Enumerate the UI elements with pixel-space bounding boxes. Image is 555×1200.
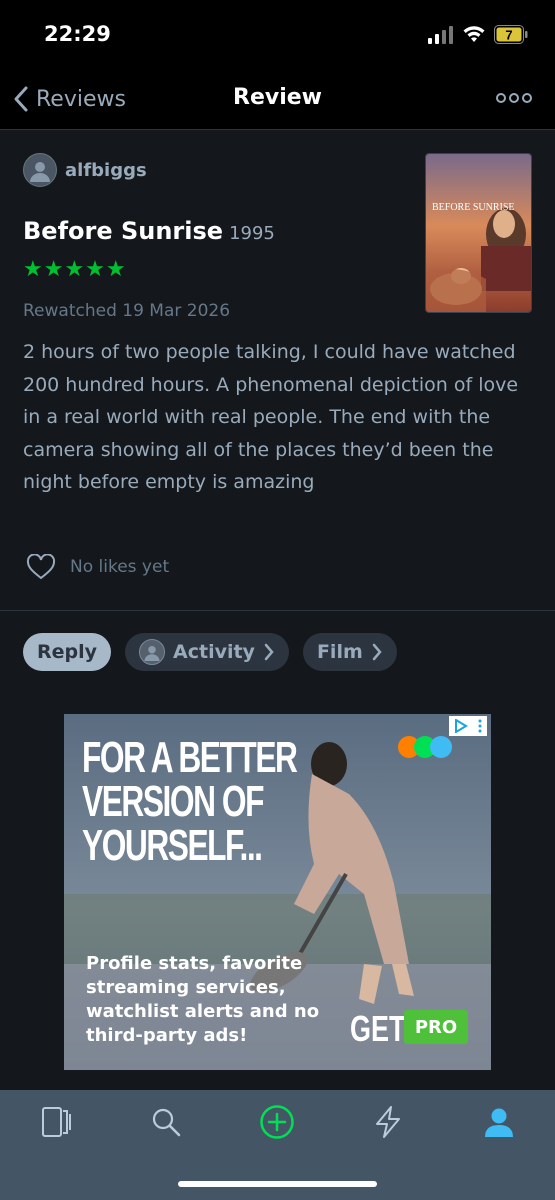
play-icon: [455, 719, 468, 733]
ad-headline: FOR A BETTER VERSION OF YOURSELF...: [82, 733, 298, 870]
tab-films[interactable]: [36, 1104, 76, 1140]
avatar[interactable]: [23, 153, 57, 187]
user-icon: [30, 162, 50, 182]
battery-level: 7: [505, 28, 512, 43]
poster-title: BEFORE SUNRISE: [432, 202, 515, 213]
film-poster[interactable]: BEFORE SUNRISE: [425, 153, 532, 313]
activity-button[interactable]: Activity: [125, 633, 289, 671]
review-text: 2 hours of two people talking, I could h…: [23, 341, 519, 493]
profile-icon: [485, 1108, 513, 1137]
poster-image: BEFORE SUNRISE: [426, 154, 531, 312]
tab-profile[interactable]: [479, 1104, 519, 1140]
likes-count: No likes yet: [70, 557, 170, 577]
activity-icon: [376, 1106, 400, 1138]
tab-search[interactable]: [146, 1104, 186, 1140]
ad-body: Profile stats, favorite streaming servic…: [86, 953, 320, 1046]
divider: [0, 610, 555, 611]
films-icon: [42, 1107, 71, 1137]
film-button[interactable]: Film: [302, 633, 397, 671]
nav-bar: Reviews Review: [0, 70, 555, 130]
ad-get: GET: [350, 1008, 406, 1049]
page-title: Review: [233, 85, 322, 110]
chevron-right-icon: [372, 643, 382, 661]
action-buttons: Reply Activity Film: [23, 633, 397, 671]
film-title[interactable]: Before Sunrise: [23, 217, 223, 245]
reply-button[interactable]: Reply: [23, 633, 112, 671]
author-name[interactable]: alfbiggs: [65, 160, 147, 181]
tab-activity[interactable]: [368, 1104, 408, 1140]
advertisement[interactable]: FOR A BETTER VERSION OF YOURSELF... Prof…: [64, 714, 491, 1070]
likes-row: No likes yet: [26, 554, 169, 580]
heart-icon[interactable]: [26, 554, 56, 580]
status-bar: 22:29 7: [0, 0, 555, 70]
rewatched-date: Rewatched 19 Mar 2026: [23, 301, 231, 321]
wifi-icon: [463, 26, 485, 42]
ad-choices-icon[interactable]: [449, 716, 487, 736]
battery-icon: 7: [494, 25, 528, 44]
add-icon: [260, 1105, 294, 1139]
star-rating: ★★★★★: [23, 257, 127, 282]
signal-icon: [428, 26, 453, 44]
more-options-icon[interactable]: [496, 90, 532, 106]
film-heading: Before Sunrise 1995: [23, 217, 275, 245]
film-label: Film: [316, 641, 363, 663]
kebab-icon: [478, 719, 482, 733]
tab-add[interactable]: [257, 1104, 297, 1140]
ad-pro-badge[interactable]: PRO: [404, 1010, 468, 1044]
activity-label: Activity: [173, 641, 255, 663]
home-indicator[interactable]: [178, 1181, 377, 1187]
author[interactable]: alfbiggs: [23, 153, 147, 187]
film-year: 1995: [229, 223, 275, 244]
reply-label: Reply: [37, 641, 98, 663]
status-time: 22:29: [44, 22, 111, 46]
search-icon: [152, 1108, 181, 1137]
chevron-right-icon: [264, 643, 274, 661]
logo-dots: [398, 736, 452, 758]
avatar: [139, 639, 166, 665]
user-icon: [144, 646, 160, 661]
